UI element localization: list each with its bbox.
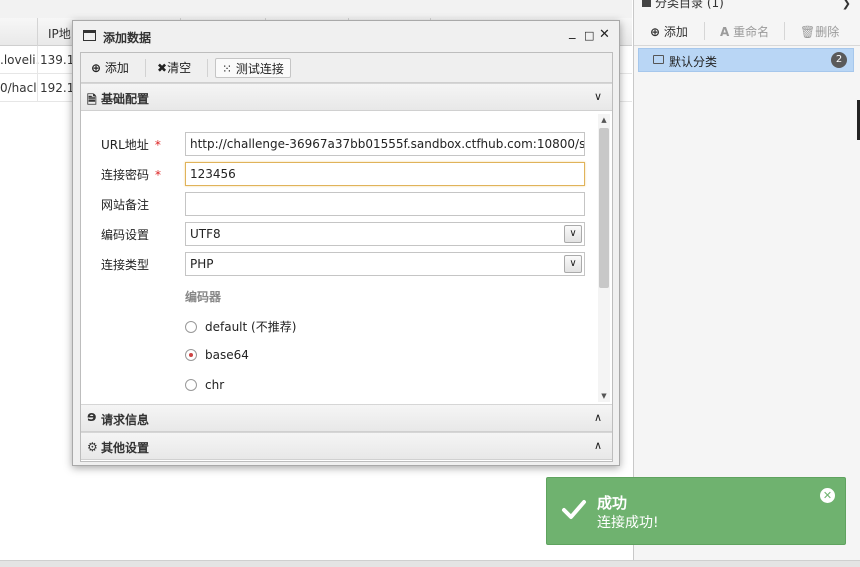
plus-circle-icon: ⊕	[650, 25, 661, 39]
bottom-statusbar	[0, 560, 860, 567]
close-button[interactable]: ✕	[599, 27, 610, 42]
dialog-titlebar[interactable]: 添加数据 _ □ ✕	[73, 21, 619, 51]
minimize-button[interactable]: _	[569, 25, 576, 40]
encoder-option-label: default (不推荐)	[205, 320, 297, 334]
category-delete-label: 删除	[815, 25, 840, 39]
section-other-settings[interactable]: ⚙ 其他设置 ∧	[81, 432, 612, 460]
encoder-option-label: chr	[205, 378, 225, 392]
encoding-select[interactable]: UTF8 ∨	[185, 222, 585, 246]
category-add-label: 添加	[663, 25, 688, 39]
toast-title: 成功	[597, 494, 628, 512]
encoder-option-label: base64	[205, 348, 249, 362]
font-icon: A	[720, 25, 730, 39]
form-scrollbar[interactable]: ▲ ▼	[598, 114, 610, 402]
section-request-label: 请求信息	[101, 413, 150, 427]
section-request-info[interactable]: ɘ 请求信息 ∧	[81, 404, 612, 432]
chevron-right-icon[interactable]: ❯	[842, 0, 851, 10]
connection-type-label: 连接类型	[101, 258, 150, 272]
connection-type-value: PHP	[190, 257, 214, 271]
scroll-up-icon[interactable]: ▲	[598, 114, 610, 126]
dialog-body: ⊕ 添加 ✖清空 ⁙ 测试连接 🗎 基础配置 ∨ URL地址 * http://c…	[80, 52, 613, 462]
add-data-dialog: 添加数据 _ □ ✕ ⊕ 添加 ✖清空 ⁙ 测试连接 🗎 基础配置 ∨ URL地…	[72, 20, 620, 466]
connection-type-select[interactable]: PHP ∨	[185, 252, 585, 276]
password-input[interactable]: 123456	[185, 162, 585, 186]
test-connection-label: 测试连接	[235, 62, 284, 76]
category-delete-button[interactable]: 🗑删除	[800, 23, 839, 40]
folder-icon	[653, 55, 664, 64]
section-basic-config[interactable]: 🗎 基础配置 ∨	[81, 83, 612, 111]
clear-button[interactable]: ✖清空	[153, 58, 195, 78]
close-icon[interactable]: ✕	[820, 488, 835, 503]
row-ip: 192.1	[40, 81, 75, 95]
window-icon	[83, 30, 96, 41]
add-button-label: 添加	[104, 61, 129, 75]
encoder-group-label: 编码器	[185, 290, 222, 304]
password-label-text: 连接密码	[101, 168, 150, 182]
gears-icon: ⚙	[87, 440, 98, 454]
category-title-text: 分类目录 (1)	[655, 0, 724, 10]
encoding-select-value: UTF8	[190, 227, 221, 241]
chevron-up-icon[interactable]: ∧	[594, 411, 602, 424]
maximize-button[interactable]: □	[584, 29, 594, 42]
toolbar-separator	[784, 22, 785, 40]
success-toast: 成功 连接成功! ✕	[546, 477, 846, 545]
file-icon: 🗎	[87, 93, 97, 107]
section-other-label: 其他设置	[101, 441, 150, 455]
encoder-option-chr[interactable]: chr	[185, 378, 224, 392]
close-icon: ✖	[157, 61, 168, 75]
category-rename-label: 重命名	[733, 25, 770, 39]
category-rename-button[interactable]: A 重命名	[720, 23, 769, 40]
url-input[interactable]: http://challenge-36967a37bb01555f.sandbo…	[185, 132, 585, 156]
category-toolbar: ⊕ 添加 A 重命名 🗑删除	[634, 16, 860, 46]
required-mark: *	[155, 168, 162, 182]
chevron-down-icon[interactable]: ∨	[564, 225, 582, 243]
column-separator	[37, 46, 38, 102]
category-item-default[interactable]: 默认分类 2	[638, 48, 854, 72]
column-separator	[37, 18, 38, 46]
radio-button[interactable]	[185, 321, 197, 333]
toast-message: 连接成功!	[597, 515, 659, 531]
category-panel-title: 分类目录 (1) ❯	[634, 0, 860, 14]
top-strip	[0, 0, 632, 18]
category-count-badge: 2	[831, 52, 847, 68]
note-label: 网站备注	[101, 198, 150, 212]
folder-icon	[642, 0, 651, 7]
category-add-button[interactable]: ⊕ 添加	[650, 23, 688, 40]
section-basic-label: 基础配置	[101, 92, 150, 106]
trash-icon: 🗑	[800, 25, 816, 39]
chevron-up-icon[interactable]: ∧	[594, 439, 602, 452]
encoder-option-default[interactable]: default (不推荐)	[185, 318, 296, 335]
scrollbar-thumb[interactable]	[599, 128, 609, 288]
radio-button-checked[interactable]	[185, 349, 197, 361]
password-label: 连接密码 *	[101, 166, 161, 183]
chevron-down-icon[interactable]: ∨	[564, 255, 582, 273]
column-header-ip[interactable]: IP地	[48, 25, 71, 42]
row-url: .loveli.	[0, 53, 40, 67]
required-mark: *	[154, 138, 161, 152]
add-button[interactable]: ⊕ 添加	[87, 58, 133, 78]
toolbar-separator	[145, 59, 146, 77]
radio-button[interactable]	[185, 379, 197, 391]
spinner-icon: ⁙	[222, 62, 233, 76]
dialog-title: 添加数据	[103, 31, 152, 45]
test-connection-button[interactable]: ⁙ 测试连接	[215, 58, 291, 78]
toolbar-separator	[704, 22, 705, 40]
chevron-down-icon[interactable]: ∨	[594, 90, 602, 103]
dialog-toolbar: ⊕ 添加 ✖清空 ⁙ 测试连接	[81, 53, 612, 83]
encoding-label: 编码设置	[101, 228, 150, 242]
check-icon	[562, 500, 586, 519]
category-item-label: 默认分类	[669, 55, 718, 69]
clear-button-label: 清空	[167, 61, 192, 75]
plus-circle-icon: ⊕	[91, 61, 102, 75]
basic-config-form: URL地址 * http://challenge-36967a37bb01555f…	[81, 112, 612, 404]
row-ip: 139.1	[40, 53, 75, 67]
note-input[interactable]	[185, 192, 585, 216]
toolbar-separator	[207, 59, 208, 77]
url-label-text: URL地址	[101, 138, 149, 152]
scroll-down-icon[interactable]: ▼	[598, 390, 610, 402]
url-label: URL地址 *	[101, 136, 161, 153]
encoder-option-base64[interactable]: base64	[185, 348, 249, 362]
edge-icon: ɘ	[87, 409, 97, 425]
row-url: 0/hacl	[0, 81, 37, 95]
